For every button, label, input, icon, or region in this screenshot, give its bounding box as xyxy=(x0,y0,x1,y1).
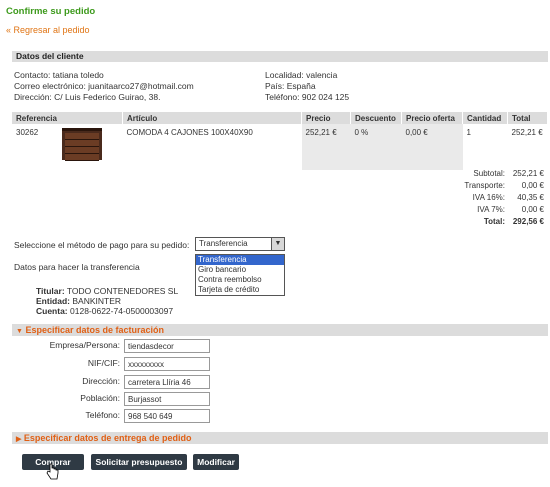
col-header-quantity: Cantidad xyxy=(462,112,508,124)
item-discount: 0 % xyxy=(350,124,402,170)
entity-value: BANKINTER xyxy=(72,296,122,306)
payment-method-label: Seleccione el método de pago para su ped… xyxy=(14,240,190,250)
col-header-ref: Referencia xyxy=(12,112,123,124)
account-label: Cuenta: xyxy=(36,306,68,316)
account-value: 0128-0622-74-0500003097 xyxy=(70,306,174,316)
iva16-label: IVA 16%: xyxy=(472,193,505,202)
client-email: Correo electrónico: juanitaarco27@hotmai… xyxy=(14,81,194,91)
nif-label: NIF/CIF: xyxy=(87,358,120,368)
entity-label: Entidad: xyxy=(36,296,70,306)
client-address: Dirección: C/ Luis Federico Guirao, 38. xyxy=(14,92,161,102)
phone-input[interactable]: 968 540 649 xyxy=(124,409,210,423)
billing-section-title: Especificar datos de facturación xyxy=(25,325,164,335)
city-label: Población: xyxy=(80,393,120,403)
delivery-section-header[interactable]: ▶ Especificar datos de entrega de pedido xyxy=(12,432,548,444)
transport-value: 0,00 € xyxy=(521,181,544,190)
col-header-price: Precio xyxy=(301,112,351,124)
payment-method-select[interactable]: Transferencia ▼ xyxy=(195,237,285,251)
item-offer-price: 0,00 € xyxy=(401,124,463,170)
holder-label: Titular: xyxy=(36,286,65,296)
client-city: Localidad: valencia xyxy=(265,70,338,80)
city-input[interactable]: Burjassot xyxy=(124,392,210,406)
col-header-total: Total xyxy=(507,112,548,124)
delivery-section-title: Especificar datos de entrega de pedido xyxy=(23,433,192,443)
payment-option-cod[interactable]: Contra reembolso xyxy=(196,275,284,285)
col-header-discount: Descuento xyxy=(350,112,402,124)
client-info-right: Localidad: valencia País: España Teléfon… xyxy=(265,70,349,103)
order-items-table: Referencia Artículo Precio Descuento Pre… xyxy=(12,112,548,170)
table-row: 30262 COMODA 4 CAJONES 100X40X90 252,21 … xyxy=(12,124,548,170)
cell-ref: 30262 xyxy=(12,124,123,170)
item-price: 252,21 € xyxy=(301,124,351,170)
triangle-right-icon: ▶ xyxy=(16,436,22,443)
item-article: COMODA 4 CAJONES 100X40X90 xyxy=(126,128,253,137)
table-header-row: Referencia Artículo Precio Descuento Pre… xyxy=(12,112,548,124)
nif-input[interactable]: xxxxxxxxx xyxy=(124,357,210,371)
payment-option-credit-card[interactable]: Tarjeta de crédito xyxy=(196,285,284,295)
company-label: Empresa/Persona: xyxy=(49,340,120,350)
item-quantity: 1 xyxy=(466,128,471,137)
client-contact: Contacto: tatiana toledo xyxy=(14,70,104,80)
hand-cursor-icon xyxy=(46,463,59,480)
billing-section-header[interactable]: ▼ Especificar datos de facturación xyxy=(12,324,548,336)
subtotal-value: 252,21 € xyxy=(512,169,544,178)
client-phone: Teléfono: 902 024 125 xyxy=(265,92,350,102)
item-total: 252,21 € xyxy=(511,128,543,137)
client-section-header: Datos del cliente xyxy=(12,51,548,62)
client-info-left: Contacto: tatiana toledo Correo electrón… xyxy=(14,70,194,103)
bank-details: Titular: TODO CONTENEDORES SL Entidad: B… xyxy=(36,286,178,316)
subtotal-label: Subtotal: xyxy=(473,169,505,178)
transfer-data-label: Datos para hacer la transferencia xyxy=(14,262,140,272)
payment-option-transfer[interactable]: Transferencia xyxy=(196,255,284,265)
chevron-down-icon[interactable]: ▼ xyxy=(271,238,284,250)
transport-label: Transporte: xyxy=(464,181,505,190)
item-ref: 30262 xyxy=(16,128,39,137)
product-thumbnail[interactable] xyxy=(62,128,103,161)
phone-label: Teléfono: xyxy=(85,410,121,420)
back-to-order-link[interactable]: « Regresar al pedido xyxy=(6,25,90,35)
address-input[interactable]: carretera Llíria 46 xyxy=(124,375,210,389)
address-label: Dirección: xyxy=(82,376,120,386)
client-country: País: España xyxy=(265,81,316,91)
col-header-article: Artículo xyxy=(122,112,302,124)
total-value: 292,56 € xyxy=(512,217,544,226)
request-quote-button[interactable]: Solicitar presupuesto xyxy=(91,454,187,470)
totals-values: 252,21 € 0,00 € 40,35 € 0,00 € 292,56 € xyxy=(506,168,544,228)
modify-button[interactable]: Modificar xyxy=(193,454,239,470)
col-header-offer-price: Precio oferta xyxy=(401,112,463,124)
page-title: Confirme su pedido xyxy=(6,6,96,17)
iva7-label: IVA 7%: xyxy=(477,205,505,214)
triangle-down-icon: ▼ xyxy=(16,328,23,335)
holder-value: TODO CONTENEDORES SL xyxy=(66,286,179,296)
payment-option-bank-draft[interactable]: Giro bancario xyxy=(196,265,284,275)
company-input[interactable]: tiendasdecor xyxy=(124,339,210,353)
total-label: Total: xyxy=(483,217,505,226)
iva16-value: 40,35 € xyxy=(517,193,544,202)
totals-labels: Subtotal: Transporte: IVA 16%: IVA 7%: T… xyxy=(440,168,505,228)
payment-method-dropdown: Transferencia Giro bancario Contra reemb… xyxy=(195,254,285,296)
iva7-value: 0,00 € xyxy=(521,205,544,214)
